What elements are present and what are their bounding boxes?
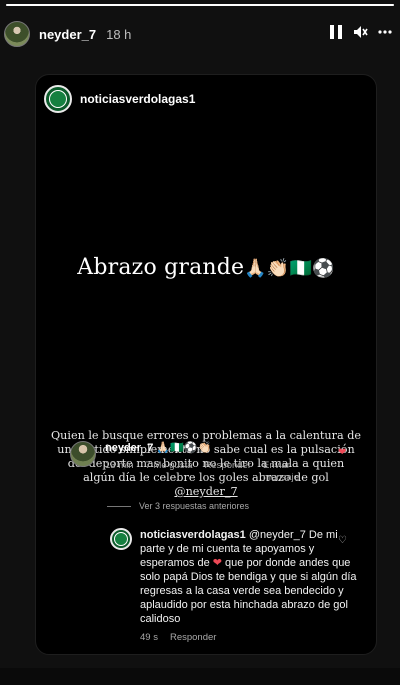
headline-emojis: 🙏🏻👏🏻🇳🇬⚽ bbox=[244, 258, 335, 279]
card-header: noticiasverdolagas1 bbox=[44, 85, 195, 113]
headline: Abrazo grande🙏🏻👏🏻🇳🇬⚽ bbox=[36, 255, 376, 280]
comment-avatar[interactable] bbox=[70, 441, 96, 467]
view-replies-label: Ver 3 respuestas anteriores bbox=[139, 501, 250, 511]
shared-post-card[interactable]: noticiasverdolagas1 Abrazo grande🙏🏻👏🏻🇳🇬⚽… bbox=[35, 74, 377, 655]
caption-mention[interactable]: @neyder_7 bbox=[174, 485, 237, 498]
comment-meta: 13 min 7 Me gusta Responder Enviar mensaj… bbox=[105, 460, 299, 484]
reply-reply-button[interactable]: Responder bbox=[170, 632, 216, 643]
reply-username[interactable]: noticiasverdolagas1 bbox=[140, 529, 246, 541]
comment-text: 🙏🏻🇳🇬⚽👏🏻 bbox=[153, 442, 212, 454]
headline-text: Abrazo grande bbox=[77, 255, 245, 280]
send-message-button[interactable]: Enviar mensaje bbox=[263, 460, 299, 484]
view-replies-button[interactable]: Ver 3 respuestas anteriores bbox=[107, 501, 249, 511]
heart-emoji: ❤ bbox=[212, 557, 222, 569]
reply-avatar[interactable] bbox=[110, 528, 132, 550]
story-time: 18 h bbox=[106, 26, 132, 42]
reply-time: 49 s bbox=[140, 632, 158, 643]
comment-reply-button[interactable]: Responder bbox=[205, 460, 251, 484]
more-icon bbox=[378, 30, 392, 34]
author-username[interactable]: neyder_7 bbox=[39, 27, 96, 42]
story-bottom-bar bbox=[0, 668, 400, 685]
comment: neyder_7 🙏🏻🇳🇬⚽👏🏻 13 min 7 Me gusta Respo… bbox=[70, 441, 299, 484]
pause-button[interactable] bbox=[330, 25, 342, 39]
author-avatar[interactable] bbox=[4, 21, 30, 47]
comment-username[interactable]: neyder_7 bbox=[105, 442, 153, 454]
heart-filled-icon[interactable]: ❤ bbox=[338, 447, 346, 458]
more-button[interactable] bbox=[378, 30, 392, 34]
pause-icon bbox=[330, 25, 342, 39]
reply-comment: noticiasverdolagas1 @neyder_7 De mi part… bbox=[110, 528, 362, 643]
comment-likes[interactable]: 7 Me gusta bbox=[146, 460, 193, 484]
mute-button[interactable] bbox=[352, 24, 368, 40]
card-avatar[interactable] bbox=[44, 85, 72, 113]
replies-divider bbox=[107, 505, 131, 507]
story-progress-bar bbox=[6, 4, 394, 6]
reply-meta: 49 s Responder bbox=[140, 632, 362, 643]
story-progress-fill bbox=[6, 4, 394, 6]
story-header: neyder_7 18 h bbox=[0, 14, 400, 54]
heart-outline-icon[interactable]: ♡ bbox=[338, 535, 347, 546]
story-controls bbox=[330, 24, 392, 40]
speaker-muted-icon bbox=[354, 26, 368, 38]
reply-text: noticiasverdolagas1 @neyder_7 De mi part… bbox=[140, 529, 357, 625]
comment-time: 13 min bbox=[105, 460, 134, 471]
card-username[interactable]: noticiasverdolagas1 bbox=[80, 92, 195, 106]
